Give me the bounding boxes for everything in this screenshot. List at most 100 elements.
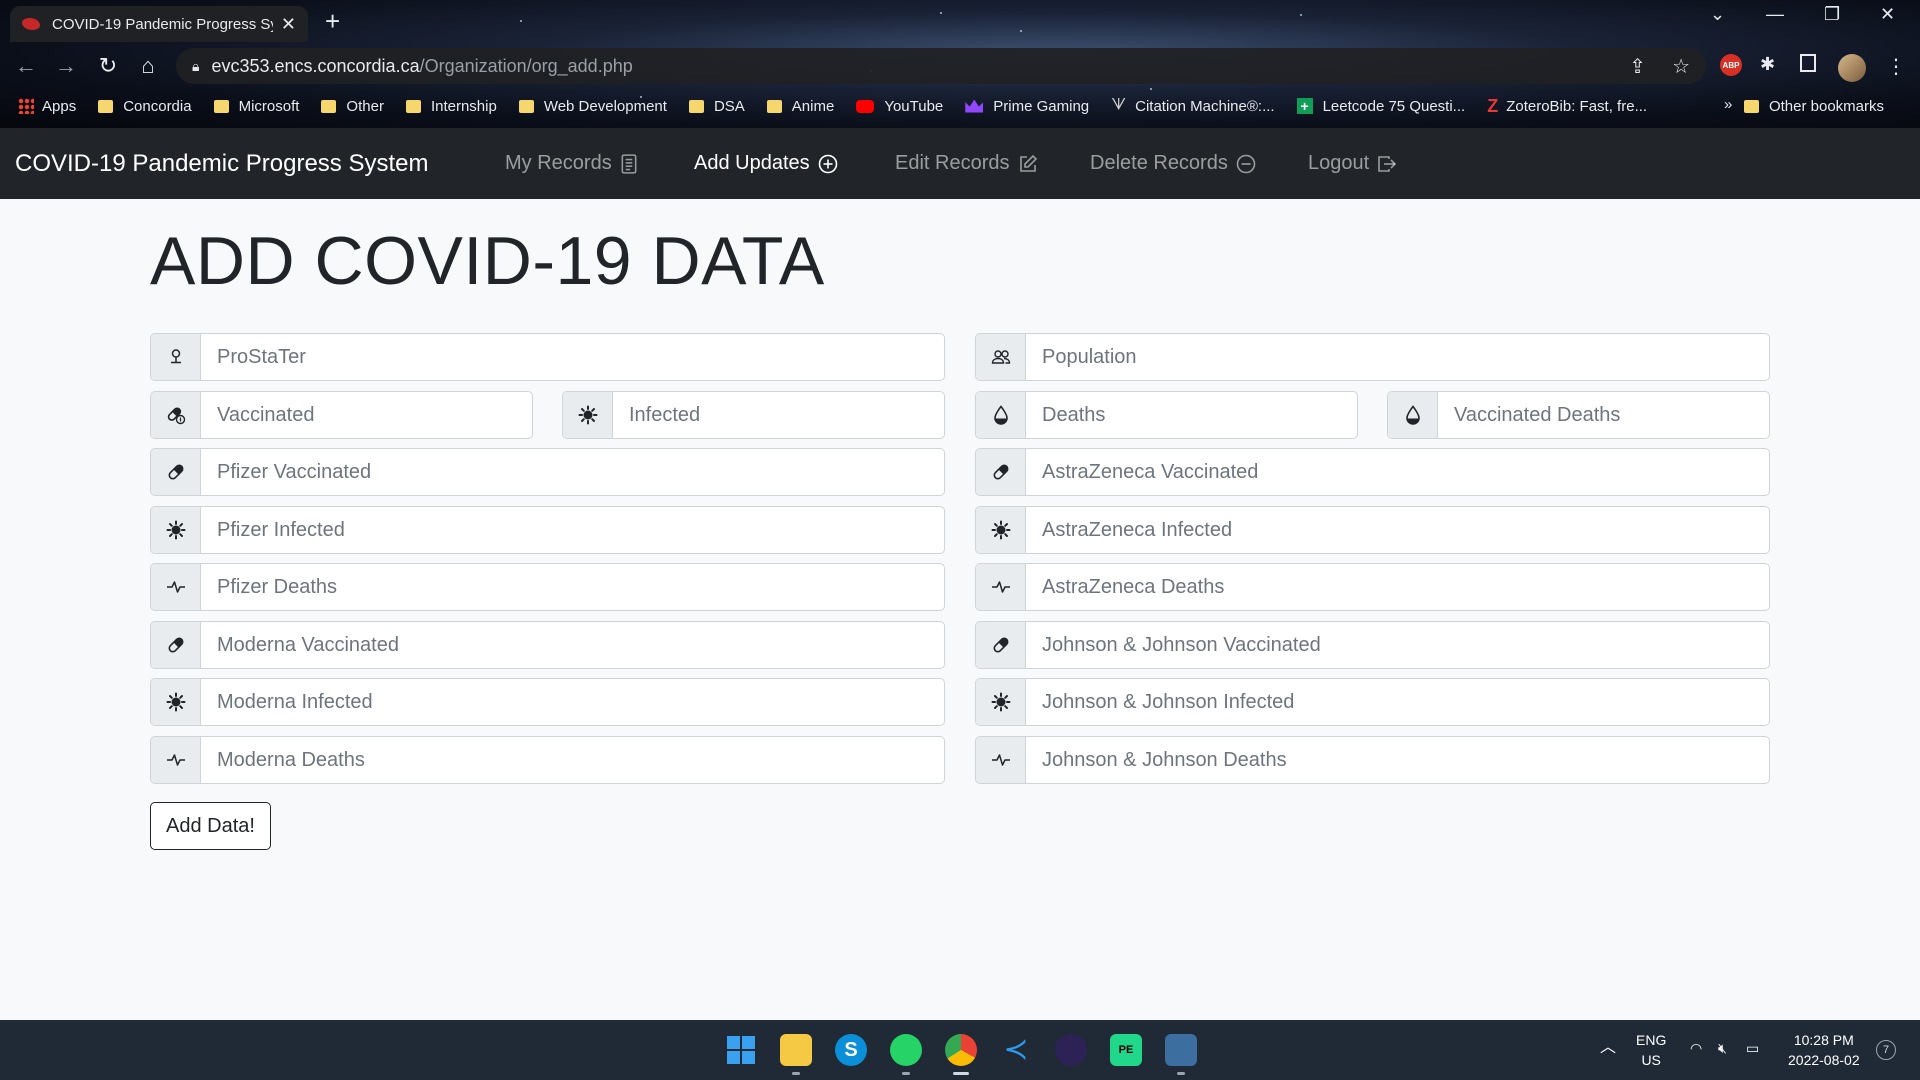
astrazeneca-vaccinated-input[interactable] [1042,460,1769,484]
chrome-icon[interactable] [945,1034,977,1066]
file-explorer-icon[interactable] [780,1034,812,1066]
clock[interactable]: 10:28 PM 2022-08-02 [1788,1030,1860,1070]
chevron-up-icon[interactable]: ︿ [1600,1038,1616,1058]
astrazeneca-infected-input[interactable] [1042,518,1769,542]
bookmark-internship[interactable]: Internship [405,97,497,115]
profile-avatar[interactable] [1838,54,1866,82]
vaccinated-deaths-input[interactable] [1454,403,1769,427]
bookmark-label: DSA [713,97,745,115]
pencil-square-icon [1018,154,1038,174]
vaccinated-input[interactable] [217,403,532,427]
nav-logout[interactable]: Logout [1308,128,1397,199]
pycharm-icon[interactable]: PE [1110,1034,1142,1066]
bookmark-zoterobib[interactable]: Z ZoteroBib: Fast, fre... [1487,96,1647,117]
bookmark-microsoft[interactable]: Microsoft [213,98,299,115]
browser-chrome: COVID-19 Pandemic Progress Sy ✕ + ⌄ — ❐ … [0,0,1920,128]
bookmark-web-development[interactable]: Web Development [518,98,667,115]
jj-infected-input[interactable] [1042,690,1769,714]
moderna-vaccinated-input[interactable] [217,633,944,657]
add-data-button[interactable]: Add Data! [150,802,271,850]
restore-icon[interactable]: ❐ [1824,4,1840,25]
bookmark-youtube[interactable]: YouTube [856,98,943,115]
notification-badge[interactable]: 7 [1876,1040,1896,1060]
moderna-deaths-input[interactable] [217,748,944,772]
battery-icon[interactable]: ▭ [1746,1038,1759,1058]
mysql-workbench-icon[interactable] [1165,1034,1197,1066]
bookmark-star-icon[interactable]: ☆ [1672,54,1690,79]
virus-icon [151,507,201,553]
nav-label: Logout [1308,152,1370,174]
tab-strip: COVID-19 Pandemic Progress Sy ✕ + ⌄ — ❐ … [0,0,1920,42]
page-title: ADD COVID-19 DATA [150,223,825,299]
minimize-icon[interactable]: — [1766,4,1784,25]
whatsapp-icon[interactable] [890,1034,922,1066]
lang-code: ENG [1636,1032,1667,1048]
running-indicator [953,1072,969,1075]
reload-icon[interactable]: ↻ [90,53,126,79]
lock-icon: 🔒︎ [192,57,200,74]
nav-edit-records[interactable]: Edit Records [895,128,1038,199]
tab-search-icon[interactable]: ⌄ [1710,4,1725,25]
extensions-icon[interactable]: ✱ [1760,54,1775,75]
bookmark-leetcode[interactable]: + Leetcode 75 Questi... [1296,98,1465,115]
vaccinated-input-group [150,391,533,439]
astrazeneca-vaccinated-input-group [975,448,1770,496]
nav-my-records[interactable]: My Records [505,128,638,199]
virus-icon [976,679,1026,725]
more-bookmarks-icon[interactable]: » [1724,96,1732,113]
citation-machine-icon: ᗐ [1111,97,1127,114]
forward-icon[interactable]: → [48,53,84,79]
close-tab-icon[interactable]: ✕ [281,14,296,35]
bookmark-citation-machine[interactable]: ᗐ Citation Machine®:... [1111,98,1274,115]
bookmark-concordia[interactable]: Concordia [98,98,192,115]
nav-add-updates[interactable]: Add Updates [694,128,838,199]
jj-vaccinated-input[interactable] [1042,633,1769,657]
pfizer-vaccinated-input[interactable] [217,460,944,484]
population-input[interactable] [1042,345,1769,369]
virus-icon [976,507,1026,553]
jj-deaths-input[interactable] [1042,748,1769,772]
windows-start-icon[interactable] [725,1034,757,1066]
dash-circle-icon [1236,154,1256,174]
wifi-icon[interactable]: ◠ [1690,1038,1702,1058]
skype-icon[interactable]: S [835,1034,867,1066]
jj-deaths-input-group [975,736,1770,784]
back-icon[interactable]: ← [8,53,44,79]
adblock-icon[interactable]: ABP [1720,54,1742,76]
eclipse-icon[interactable] [1055,1034,1087,1066]
bookmarks-bar: Apps Concordia Microsoft Other Internshi… [0,90,1920,122]
lang-region: US [1641,1052,1661,1068]
new-tab-icon[interactable]: + [325,6,340,37]
menu-icon[interactable]: ⋮ [1886,54,1906,79]
nav-label: My Records [505,152,612,174]
moderna-infected-input[interactable] [217,690,944,714]
close-window-icon[interactable]: ✕ [1880,4,1895,25]
language-indicator[interactable]: ENG US [1636,1030,1666,1070]
bookmark-anime[interactable]: Anime [766,97,835,115]
address-bar[interactable]: 🔒︎ evc353.encs.concordia.ca/Organization… [176,48,1706,84]
deaths-input[interactable] [1042,403,1357,427]
home-icon[interactable]: ⌂ [130,53,166,79]
prostater-input[interactable] [217,345,944,369]
browser-tab[interactable]: COVID-19 Pandemic Progress Sy ✕ [10,6,308,42]
side-panel-icon[interactable] [1800,54,1816,72]
navbar-brand[interactable]: COVID-19 Pandemic Progress System [15,150,428,178]
share-icon[interactable]: ⇪ [1629,54,1646,79]
pfizer-deaths-input[interactable] [217,575,944,599]
bookmark-other[interactable]: Other [321,98,384,115]
astrazeneca-deaths-input[interactable] [1042,575,1769,599]
folder-icon [1743,99,1759,113]
pfizer-infected-input[interactable] [217,518,944,542]
bookmark-label: Internship [430,97,497,115]
bookmark-other-bookmarks[interactable]: Other bookmarks [1743,90,1884,122]
vscode-icon[interactable]: ≺ [1000,1034,1032,1066]
volume-muted-icon[interactable]: 🔇︎ [1718,1038,1727,1058]
bookmark-label: Anime [791,97,835,115]
infected-input[interactable] [629,403,944,427]
folder-icon [213,99,229,113]
bookmark-apps[interactable]: Apps [18,98,76,115]
moderna-deaths-input-group [150,736,945,784]
nav-delete-records[interactable]: Delete Records [1090,128,1256,199]
bookmark-dsa[interactable]: DSA [688,97,745,115]
bookmark-prime-gaming[interactable]: Prime Gaming [965,98,1089,115]
